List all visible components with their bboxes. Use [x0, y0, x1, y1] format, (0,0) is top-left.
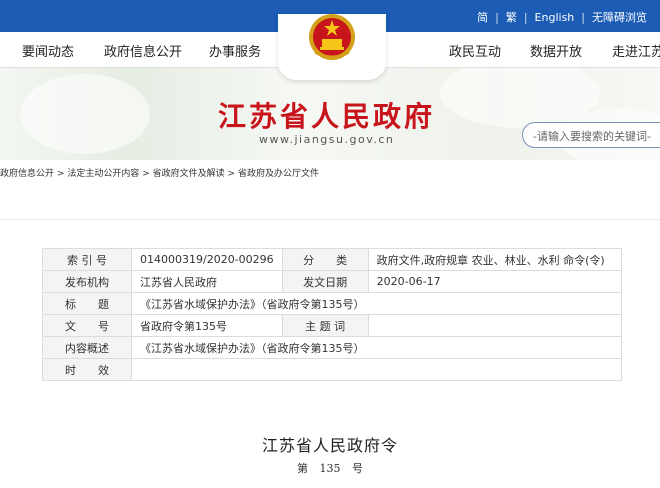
validity-value [131, 358, 622, 381]
subject-label: 主 题 词 [281, 314, 369, 337]
summary-label: 内容概述 [42, 336, 132, 359]
top-links: 简 | 繁 | English | 无障碍浏览 [470, 9, 654, 25]
title-value: 《江苏省水域保护办法》（省政府令第135号） [131, 292, 622, 315]
table-row: 时 效 [42, 358, 622, 381]
subject-value [367, 314, 623, 337]
nav-item-news[interactable]: 要闻动态 [22, 41, 74, 60]
nav-item-gov-info[interactable]: 政府信息公开 [104, 41, 182, 60]
date-value: 2020-06-17 [367, 270, 623, 293]
document-number: 第 135 号 [297, 462, 363, 475]
banner-decoration [20, 74, 150, 154]
table-row: 发布机构 江苏省人民政府 发文日期 2020-06-17 [42, 270, 623, 293]
table-row: 标 题 《江苏省水域保护办法》（省政府令第135号） [42, 292, 622, 315]
breadcrumb: 政府信息公开 > 法定主动公开内容 > 省政府文件及解读 > 省政府及办公厅文件 [0, 166, 660, 179]
breadcrumb-separator: > [227, 169, 236, 179]
nav-item-interaction[interactable]: 政民互动 [449, 41, 501, 60]
breadcrumb-item[interactable]: 省政府及办公厅文件 [238, 169, 319, 179]
validity-label: 时 效 [42, 358, 132, 381]
accessibility-link[interactable]: 无障碍浏览 [585, 9, 654, 25]
top-separator: | [495, 10, 499, 24]
index-label: 索 引 号 [42, 248, 132, 271]
site-title: 江苏省人民政府 [218, 100, 436, 133]
divider [0, 219, 660, 220]
traditional-chinese-link[interactable]: 繁 [499, 9, 524, 25]
breadcrumb-separator: > [56, 169, 65, 179]
category-value: 政府文件,政府规章 农业、林业、水利 命令(令) [367, 248, 623, 271]
top-separator: | [581, 10, 585, 24]
site-url: www.jiangsu.gov.cn [259, 133, 395, 146]
nav-item-services[interactable]: 办事服务 [209, 41, 261, 60]
issuer-value: 江苏省人民政府 [131, 270, 283, 293]
english-link[interactable]: English [528, 11, 582, 24]
search-input[interactable]: -请输入要搜索的关键词- [522, 122, 660, 148]
nav-item-open-data[interactable]: 数据开放 [530, 41, 582, 60]
title-label: 标 题 [42, 292, 132, 315]
summary-value: 《江苏省水域保护办法》（省政府令第135号） [131, 336, 622, 359]
index-value: 014000319/2020-00296 [131, 248, 283, 271]
nav-item-about-jiangsu[interactable]: 走进江苏 [612, 41, 660, 60]
breadcrumb-item[interactable]: 政府信息公开 [0, 169, 54, 179]
category-label: 分 类 [281, 248, 369, 271]
docno-label: 文 号 [42, 314, 132, 337]
simplified-chinese-link[interactable]: 简 [470, 9, 495, 25]
table-row: 内容概述 《江苏省水域保护办法》（省政府令第135号） [42, 336, 622, 359]
breadcrumb-item[interactable]: 省政府文件及解读 [153, 169, 225, 179]
table-row: 文 号 省政府令第135号 主 题 词 [42, 314, 623, 337]
top-separator: | [523, 10, 528, 24]
table-row: 索 引 号 014000319/2020-00296 分 类 政府文件,政府规章… [42, 248, 623, 271]
date-label: 发文日期 [281, 270, 369, 293]
breadcrumb-separator: > [142, 169, 150, 179]
national-emblem-icon[interactable] [307, 12, 357, 62]
site-banner: 江苏省人民政府 www.jiangsu.gov.cn -请输入要搜索的关键词- [0, 68, 660, 160]
document-meta-table: 索 引 号 014000319/2020-00296 分 类 政府文件,政府规章… [42, 248, 623, 381]
document-title: 江苏省人民政府令 [261, 436, 398, 455]
docno-value: 省政府令第135号 [131, 314, 283, 337]
breadcrumb-item[interactable]: 法定主动公开内容 [67, 169, 139, 179]
issuer-label: 发布机构 [42, 270, 132, 293]
